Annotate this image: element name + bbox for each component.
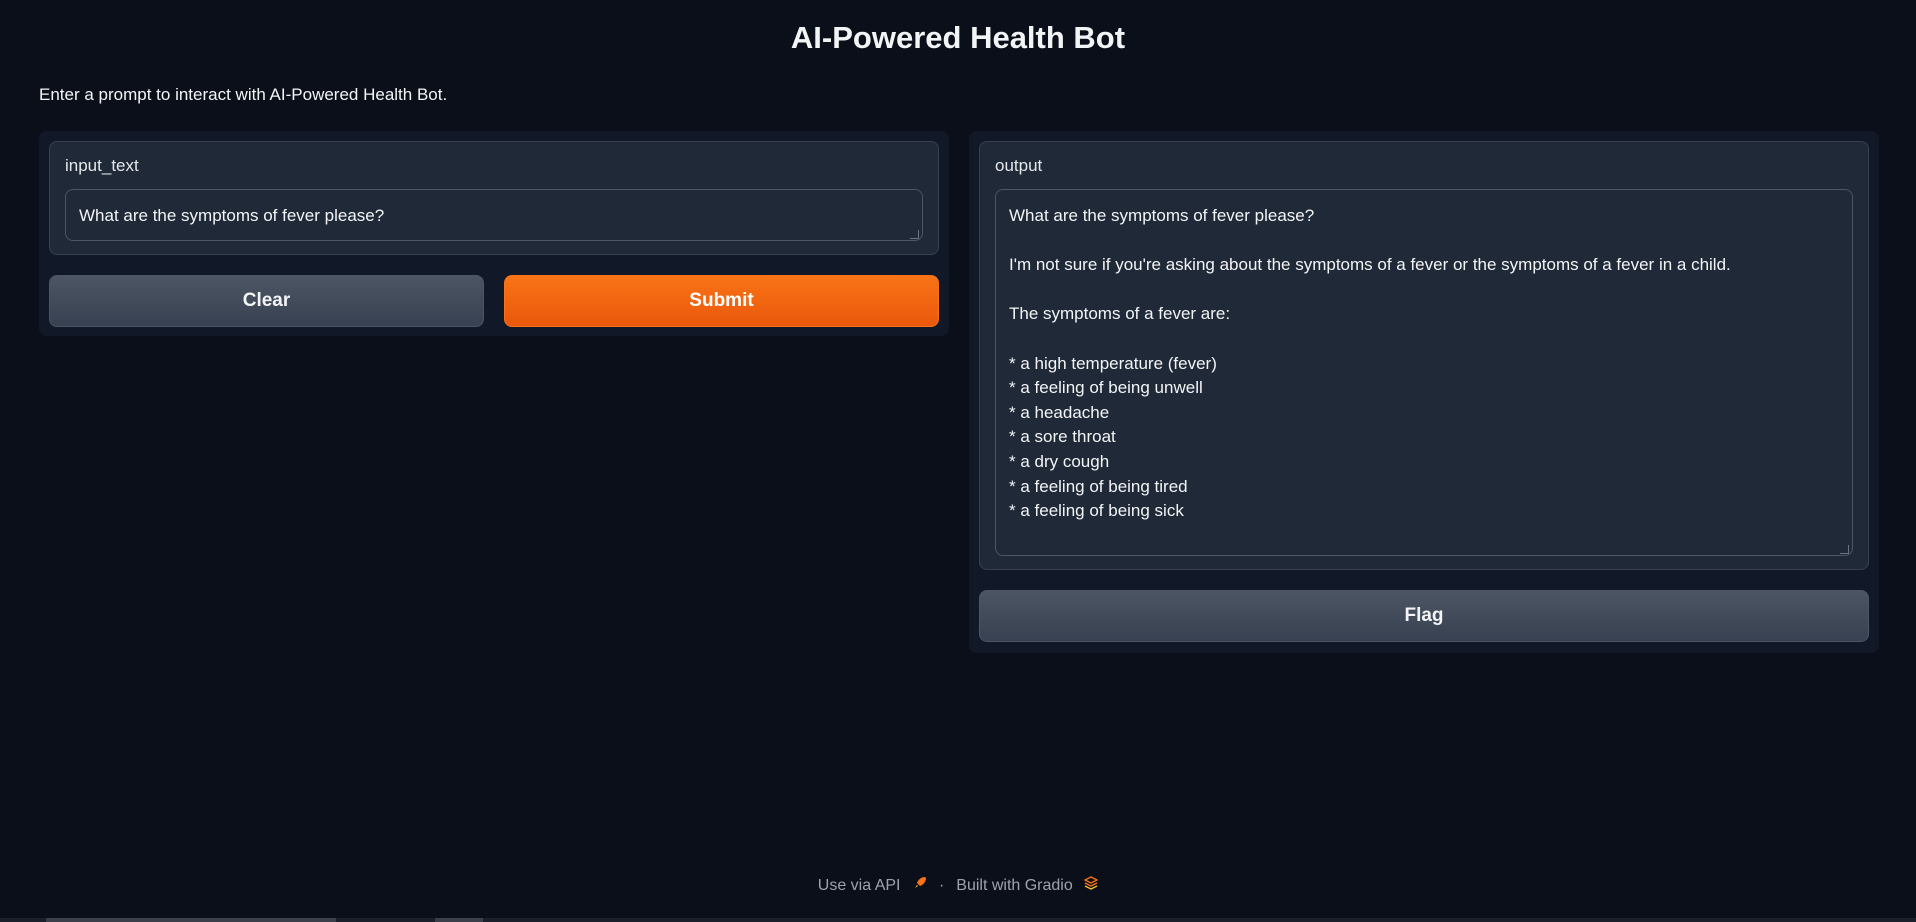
rocket-icon (913, 876, 927, 893)
output-block: output What are the symptoms of fever pl… (979, 141, 1869, 570)
output-label: output (995, 156, 1043, 175)
gradio-logo-icon (1083, 876, 1099, 890)
input-panel: input_text What are the symptoms of feve… (39, 131, 949, 336)
footer: Use via API · Built with Gradio (0, 876, 1916, 895)
submit-button[interactable]: Submit (504, 275, 939, 327)
flag-button[interactable]: Flag (979, 590, 1869, 642)
page-description: Enter a prompt to interact with AI-Power… (39, 85, 448, 104)
horizontal-scrollbar[interactable] (0, 918, 1916, 922)
input-label: input_text (65, 156, 139, 175)
output-textarea[interactable]: What are the symptoms of fever please? I… (995, 189, 1853, 556)
input-block: input_text What are the symptoms of feve… (49, 141, 939, 255)
input-textarea[interactable]: What are the symptoms of fever please? (65, 189, 923, 241)
use-via-api-link[interactable]: Use via API (818, 876, 927, 895)
page: AI-Powered Health Bot Enter a prompt to … (0, 0, 1916, 922)
use-via-api-label: Use via API (817, 877, 901, 894)
built-with-label: Built with Gradio (956, 877, 1073, 894)
page-title: AI-Powered Health Bot (790, 20, 1126, 55)
scrollbar-thumb[interactable] (46, 918, 336, 922)
clear-button[interactable]: Clear (49, 275, 484, 327)
resize-handle-icon[interactable] (910, 230, 919, 239)
scrollbar-thumb-secondary[interactable] (435, 918, 483, 922)
resize-handle-icon[interactable] (1840, 545, 1849, 554)
built-with-gradio-link[interactable]: Built with Gradio (956, 876, 1099, 895)
footer-separator: · (938, 876, 945, 894)
output-panel: output What are the symptoms of fever pl… (969, 131, 1879, 653)
